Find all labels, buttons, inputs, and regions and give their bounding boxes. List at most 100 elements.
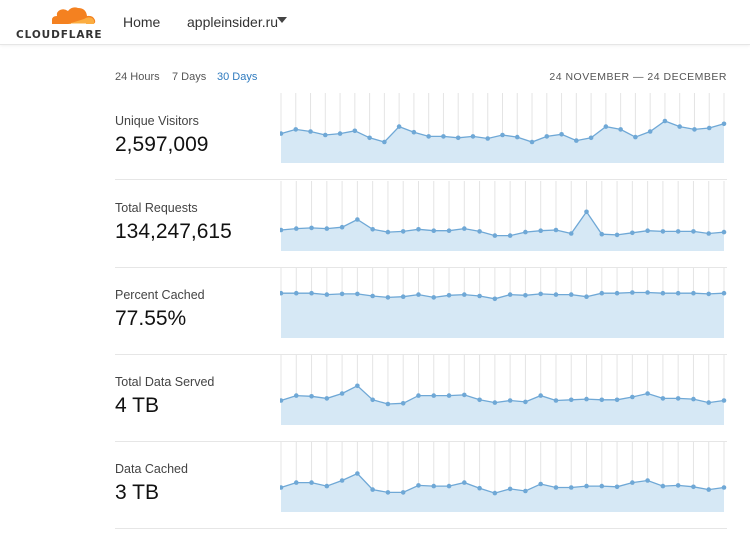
domain-selector[interactable]: appleinsider.ru [187,14,278,30]
sparkline-point [367,135,372,141]
sparkline-point [477,397,482,403]
sparkline-point [662,118,668,124]
range-30-days[interactable]: 30 Days [217,71,257,83]
metric-value: 77.55% [115,307,187,330]
sparkline-point [706,487,712,492]
sparkline-point [568,292,574,297]
metric-value: 4 TB [115,394,159,417]
sparkline-point [477,485,482,491]
sparkline-point [416,483,421,488]
sparkline-point [574,138,579,143]
sparkline-point [477,293,482,299]
sparkline-point [523,399,528,405]
date-range-label: 24 NOVEMBER — 24 DECEMBER [549,71,727,83]
sparkline-point [660,290,666,296]
sparkline-point [538,228,543,233]
sparkline-point [584,294,589,299]
sparkline-point [660,229,666,234]
sparkline-point [426,134,431,139]
sparkline-point [431,295,437,300]
sparkline-point [507,292,513,297]
sparkline-point [529,139,535,145]
sparkline-point [507,398,513,403]
sparkline-point [691,290,696,296]
sparkline-point [677,124,682,129]
metric-value: 2,597,009 [115,133,209,156]
sparkline-chart [280,181,727,251]
sparkline-point [500,132,505,138]
sparkline-point [603,124,609,129]
sparkline-point [645,228,650,233]
metric-label: Unique Visitors [115,114,199,128]
sparkline-point [385,295,391,300]
sparkline-point [660,396,666,401]
sparkline-point [411,129,417,135]
sparkline-point [588,135,594,141]
sparkline-point [559,132,564,137]
range-24-hours[interactable]: 24 Hours [115,71,160,83]
metric-row-total-data-served: Total Data Served 4 TB [115,353,727,442]
sparkline-point [355,291,360,297]
sparkline-point [691,396,696,402]
sparkline-point [675,396,681,401]
sparkline-point [706,231,712,236]
range-7-days[interactable]: 7 Days [172,71,206,83]
sparkline-point [416,292,421,297]
sparkline-point [308,129,313,134]
sparkline-point [455,135,461,141]
chevron-down-icon[interactable] [277,17,287,23]
sparkline-point [370,293,375,299]
sparkline-area [281,473,724,512]
top-nav-bar: CLOUDFLARE Home appleinsider.ru [0,0,750,45]
sparkline-point [441,134,446,139]
sparkline-point [599,483,605,489]
sparkline-point [293,480,299,485]
sparkline-point [492,233,498,238]
sparkline-point [553,398,559,403]
sparkline-point [492,400,498,405]
sparkline-point [400,294,406,299]
sparkline-point [446,483,452,489]
sparkline-point [446,393,452,398]
sparkline-point [337,131,343,136]
sparkline-point [470,134,476,139]
sparkline-point [523,488,528,494]
sparkline-point [400,490,406,495]
sparkline-area [281,385,724,425]
sparkline-point [538,481,543,487]
sparkline-point [568,397,574,403]
metric-row-data-cached: Data Cached 3 TB [115,440,727,529]
sparkline-point [584,209,589,215]
sparkline-point [293,226,299,231]
sparkline-point [721,485,727,490]
sparkline-point [584,483,589,489]
sparkline-point [309,394,314,399]
sparkline-point [339,478,345,483]
sparkline-point [462,226,467,231]
nav-home-link[interactable]: Home [123,14,160,30]
sparkline-point [660,483,666,489]
sparkline-point [385,401,391,407]
sparkline-point [492,296,498,302]
cloudflare-logo[interactable]: CLOUDFLARE [8,4,102,41]
sparkline-point [675,229,681,234]
sparkline-point [630,480,635,485]
sparkline-point [706,125,712,131]
sparkline-point [462,392,467,398]
sparkline-point [614,290,620,296]
sparkline-point [599,397,605,403]
sparkline-point [706,291,712,297]
sparkline-point [431,483,437,489]
sparkline-point [416,393,421,398]
sparkline-point [293,393,299,398]
sparkline-point [538,393,543,398]
sparkline-point [323,132,328,138]
sparkline-point [553,227,559,233]
sparkline-point [355,217,360,222]
sparkline-point [614,397,620,403]
metric-row-total-requests: Total Requests 134,247,615 [115,179,727,268]
sparkline-point [462,480,467,485]
sparkline-point [382,139,387,145]
metric-value: 134,247,615 [115,220,232,243]
sparkline-point [706,400,712,405]
